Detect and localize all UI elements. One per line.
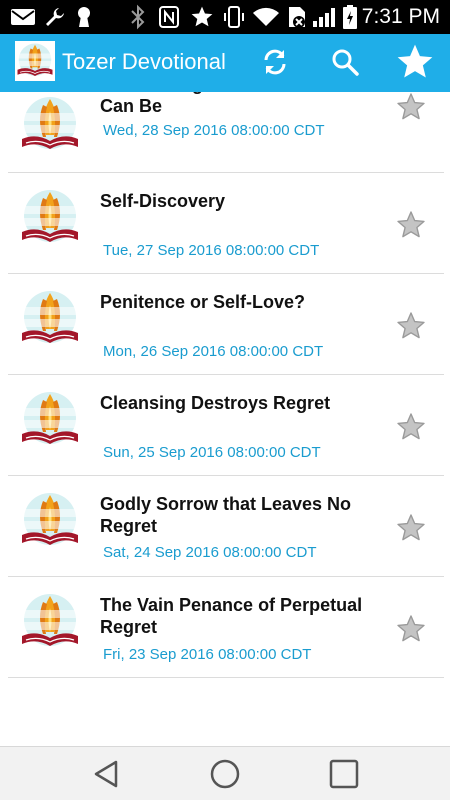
status-bar: 7:31 PM [0, 0, 450, 34]
item-date: Tue, 27 Sep 2016 08:00:00 CDT [103, 242, 320, 259]
home-icon[interactable] [205, 757, 245, 791]
tozer-logo-thumbnail [17, 488, 83, 554]
mail-icon [10, 0, 36, 34]
favorites-star-icon[interactable] [393, 40, 437, 84]
favorite-star-icon[interactable] [396, 412, 426, 442]
wifi-icon [252, 0, 280, 34]
tozer-logo-thumbnail [17, 387, 83, 453]
favorite-star-icon[interactable] [396, 311, 426, 341]
item-date: Mon, 26 Sep 2016 08:00:00 CDT [103, 343, 324, 360]
no-sim-icon [286, 0, 308, 34]
list-item[interactable]: Godly Sorrow that Leaves No Regret Sat, … [8, 477, 444, 577]
item-date: Sat, 24 Sep 2016 08:00:00 CDT [103, 544, 317, 561]
item-title: The Vain Penance of Perpetual Regret [100, 595, 363, 637]
favorite-star-icon[interactable] [396, 92, 426, 122]
keyhole-icon [76, 0, 92, 34]
status-time: 7:31 PM [361, 5, 440, 28]
item-title: Discovering Who I Am and Who I Can Be [100, 92, 381, 116]
devotional-list[interactable]: Discovering Who I Am and Who I Can Be We… [0, 92, 450, 746]
app-logo [14, 40, 56, 82]
tozer-logo-thumbnail [17, 286, 83, 352]
app-title: Tozer Devotional [62, 49, 226, 74]
list-item[interactable]: Self-Discovery Tue, 27 Sep 2016 08:00:00… [8, 174, 444, 274]
nfc-icon [158, 0, 180, 34]
tozer-logo-thumbnail [17, 92, 83, 158]
recents-icon[interactable] [324, 757, 364, 791]
favorite-star-icon[interactable] [396, 614, 426, 644]
back-icon[interactable] [86, 757, 126, 791]
item-date: Sun, 25 Sep 2016 08:00:00 CDT [103, 444, 321, 461]
item-date: Wed, 28 Sep 2016 08:00:00 CDT [103, 122, 325, 139]
navigation-bar [0, 746, 450, 800]
list-item[interactable]: Discovering Who I Am and Who I Can Be We… [8, 92, 444, 173]
battery-charging-icon [342, 0, 358, 34]
item-title: Cleansing Destroys Regret [100, 393, 331, 413]
favorite-star-icon[interactable] [396, 513, 426, 543]
app-bar: Tozer Devotional [0, 34, 450, 92]
vibrate-icon [222, 0, 246, 34]
list-item[interactable]: Penitence or Self-Love? Mon, 26 Sep 2016… [8, 275, 444, 375]
signal-icon [312, 0, 338, 34]
item-title: Godly Sorrow that Leaves No Regret [100, 494, 352, 536]
refresh-icon[interactable] [255, 42, 295, 82]
tozer-logo-thumbnail [17, 589, 83, 655]
list-item[interactable]: The Vain Penance of Perpetual Regret Fri… [8, 578, 444, 678]
star-icon [190, 0, 214, 34]
item-title: Penitence or Self-Love? [100, 292, 306, 312]
wrench-icon [44, 0, 66, 34]
search-icon[interactable] [325, 42, 365, 82]
list-item[interactable]: Cleansing Destroys Regret Sun, 25 Sep 20… [8, 376, 444, 476]
item-date: Fri, 23 Sep 2016 08:00:00 CDT [103, 646, 312, 663]
bluetooth-icon [128, 0, 148, 34]
tozer-logo-thumbnail [17, 185, 83, 251]
favorite-star-icon[interactable] [396, 210, 426, 240]
item-title: Self-Discovery [100, 191, 226, 211]
